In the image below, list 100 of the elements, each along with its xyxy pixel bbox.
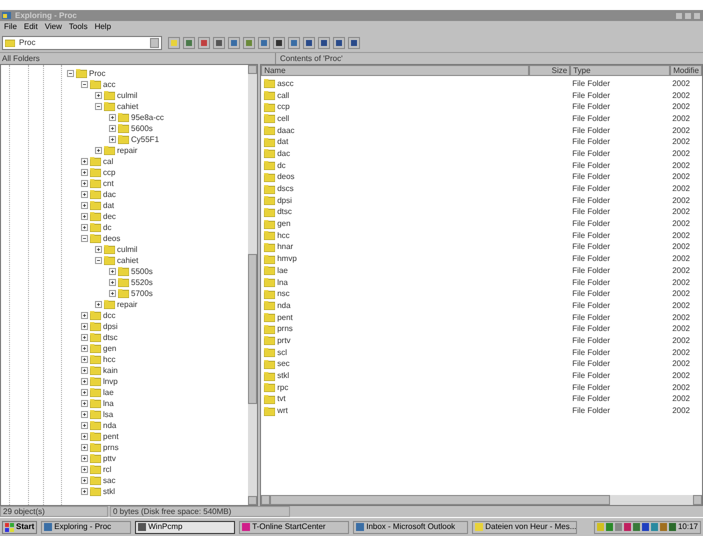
taskbar-button[interactable]: Dateien von Heur - Mes... (472, 520, 578, 534)
file-date: 2002 (671, 346, 690, 359)
tree-item[interactable]: 95e8a-cc (131, 112, 164, 124)
file-type: File Folder (571, 358, 611, 370)
file-name[interactable]: dscs (277, 183, 294, 196)
tree-item[interactable]: nda (103, 420, 116, 432)
file-name[interactable]: sec (277, 358, 290, 370)
tree-item[interactable]: dat (103, 200, 114, 212)
tree-item[interactable]: dac (103, 188, 116, 200)
tree-item[interactable]: pttv (103, 452, 116, 464)
file-type: File Folder (571, 241, 611, 254)
tree-item[interactable]: 5520s (131, 276, 153, 288)
tree-item[interactable]: dec (103, 210, 116, 222)
file-name[interactable]: cell (277, 112, 290, 125)
taskbar-button[interactable]: Inbox - Microsoft Outlook (353, 520, 468, 534)
file-date: 2002 (671, 405, 690, 418)
tree-item[interactable]: stkl (103, 486, 115, 498)
tree-item[interactable]: dcc (103, 310, 116, 322)
file-name[interactable]: dat (277, 136, 288, 148)
tree-item[interactable]: sac (103, 474, 116, 486)
taskbar-button[interactable]: T-Online StartCenter (239, 520, 350, 534)
tree-item[interactable]: Proc (89, 68, 106, 80)
file-name[interactable]: prtv (277, 334, 291, 347)
file-name[interactable]: hcc (277, 230, 290, 242)
menu-item[interactable]: Tools (68, 21, 88, 33)
tree-item[interactable]: Cy55F1 (131, 134, 160, 146)
tree-item[interactable]: deos (103, 232, 120, 244)
file-type: File Folder (571, 171, 611, 184)
file-type: File Folder (571, 346, 611, 359)
tree-item[interactable]: 5700s (131, 288, 153, 300)
file-date: 2002 (671, 276, 690, 289)
pane-header: Contents of 'Proc' (279, 53, 344, 64)
file-name[interactable]: hmvp (277, 253, 297, 266)
tree-item[interactable]: lsa (103, 408, 114, 420)
tree-item[interactable]: cnt (103, 178, 114, 190)
start-button[interactable]: Start (2, 520, 38, 534)
file-name[interactable]: gen (277, 218, 291, 230)
file-name[interactable]: prns (277, 323, 293, 336)
tree-item[interactable]: repair (117, 298, 138, 310)
file-date: 2002 (671, 253, 690, 266)
tree-item[interactable]: cahiet (117, 254, 138, 266)
tree-item[interactable]: 5500s (131, 266, 153, 278)
taskbar-button[interactable]: Exploring - Proc (41, 520, 132, 534)
file-name[interactable]: dtsc (277, 206, 292, 218)
file-date: 2002 (671, 358, 690, 370)
column-header[interactable]: Type (570, 65, 670, 76)
tree-item[interactable]: dpsi (103, 320, 118, 332)
file-date: 2002 (671, 90, 690, 102)
file-name[interactable]: nsc (277, 288, 290, 300)
menu-item[interactable]: File (4, 21, 17, 33)
tree-item[interactable]: cal (103, 156, 114, 168)
file-date: 2002 (671, 136, 690, 148)
file-name[interactable]: lna (277, 276, 288, 289)
file-date: 2002 (671, 382, 690, 394)
taskbar-button[interactable]: WinPcmp (135, 520, 236, 534)
menu-item[interactable]: View (44, 21, 62, 33)
file-date: 2002 (671, 206, 690, 218)
tree-item[interactable]: lnvp (103, 376, 118, 388)
tree-item[interactable]: gen (103, 342, 116, 354)
tree-item[interactable]: dc (103, 222, 112, 234)
file-name[interactable]: lae (277, 264, 288, 277)
tree-item[interactable]: lae (103, 386, 114, 398)
file-name[interactable]: wrt (277, 405, 288, 418)
file-name[interactable]: tvt (277, 393, 286, 406)
tree-item[interactable]: rcl (103, 464, 112, 476)
tree-item[interactable]: culmil (117, 244, 138, 256)
file-name[interactable]: nda (277, 300, 291, 312)
file-name[interactable]: dac (277, 148, 290, 160)
file-name[interactable]: daac (277, 124, 295, 137)
file-name[interactable]: dpsi (277, 194, 292, 207)
file-type: File Folder (571, 253, 611, 266)
tree-item[interactable]: hcc (103, 354, 116, 366)
file-name[interactable]: hnar (277, 241, 294, 254)
address-combo[interactable]: Proc (2, 36, 162, 50)
tree-item[interactable]: culmil (117, 90, 138, 102)
file-name[interactable]: stkl (277, 370, 290, 382)
file-name[interactable]: deos (277, 171, 295, 184)
file-name[interactable]: scl (277, 346, 287, 359)
file-name[interactable]: ccp (277, 101, 290, 114)
tree-item[interactable]: 5600s (131, 122, 153, 134)
column-header[interactable]: Modifie (670, 65, 702, 76)
file-name[interactable]: dc (277, 160, 286, 172)
tree-item[interactable]: repair (117, 144, 138, 156)
tree-item[interactable]: lna (103, 398, 114, 410)
status-text: 29 object(s) (0, 506, 108, 517)
tree-item[interactable]: acc (103, 78, 116, 90)
tree-item[interactable]: cahiet (117, 100, 138, 112)
tree-item[interactable]: ccp (103, 166, 116, 178)
file-name[interactable]: pent (277, 312, 293, 324)
file-name[interactable]: call (277, 90, 290, 102)
menu-item[interactable]: Edit (24, 21, 38, 33)
tree-item[interactable]: prns (103, 442, 119, 454)
file-name[interactable]: ascc (277, 78, 294, 90)
tree-item[interactable]: dtsc (103, 332, 118, 344)
column-header[interactable]: Size (529, 65, 570, 76)
file-name[interactable]: rpc (277, 382, 288, 394)
tree-item[interactable]: kain (103, 364, 118, 376)
menu-item[interactable]: Help (94, 21, 112, 33)
tree-item[interactable]: pent (103, 430, 119, 442)
column-header[interactable]: Name (261, 65, 530, 76)
